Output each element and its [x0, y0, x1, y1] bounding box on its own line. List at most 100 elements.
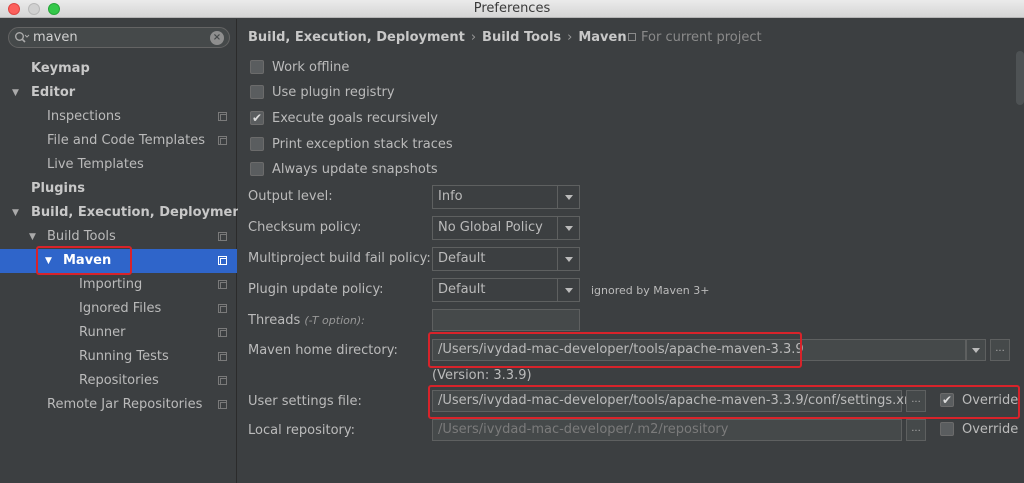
checksum-policy-select[interactable]: No Global Policy [432, 216, 580, 240]
project-scope-label: For current project [641, 30, 762, 45]
sidebar-item-repositories[interactable]: Repositories [0, 369, 237, 393]
sidebar-item-label: Runner [79, 325, 126, 340]
sidebar-item-label: Remote Jar Repositories [47, 397, 203, 412]
window-title: Preferences [473, 1, 551, 16]
user-settings-label: User settings file: [248, 394, 362, 409]
work-offline-checkbox[interactable] [250, 60, 264, 74]
project-scope-note: For current project [628, 30, 762, 45]
local-repository-input[interactable]: /Users/ivydad-mac-developer/.m2/reposito… [432, 419, 902, 441]
sidebar-item-running-tests[interactable]: Running Tests [0, 345, 237, 369]
sidebar-item-importing[interactable]: Importing [0, 273, 237, 297]
execute-goals-recursively-checkbox[interactable] [250, 109, 264, 127]
project-scope-icon [218, 280, 227, 289]
breadcrumb: Build, Execution, Deployment › Build Tools… [248, 30, 627, 45]
output-level-select[interactable]: Info [432, 185, 580, 209]
search-icon [15, 32, 30, 43]
plugin-update-policy-value: Default [438, 282, 486, 297]
local-repository-label: Local repository: [248, 423, 355, 438]
breadcrumb-item: Maven [578, 30, 627, 45]
chevron-down-icon[interactable] [966, 339, 986, 361]
multiproject-fail-policy-label: Multiproject build fail policy: [248, 251, 431, 266]
checkbox-label: Work offline [272, 60, 350, 75]
breadcrumb-item[interactable]: Build Tools [482, 30, 561, 45]
sidebar-item-runner[interactable]: Runner [0, 321, 237, 345]
checkbox-label: Always update snapshots [272, 162, 438, 177]
output-level-value: Info [438, 189, 463, 204]
sidebar-item-remote-jar-repositories[interactable]: Remote Jar Repositories [0, 393, 237, 417]
project-scope-icon [218, 352, 227, 361]
always-update-snapshots-checkbox[interactable] [250, 162, 264, 176]
checksum-policy-value: No Global Policy [438, 220, 543, 235]
sidebar-item-editor[interactable]: ▼ Editor [0, 81, 237, 105]
local-repository-override-checkbox[interactable] [940, 422, 954, 436]
chevron-down-icon[interactable] [557, 217, 579, 239]
project-scope-icon [218, 112, 227, 121]
sidebar-item-file-and-code-templates[interactable]: File and Code Templates [0, 129, 237, 153]
plugin-update-policy-note: ignored by Maven 3+ [591, 284, 710, 297]
print-exception-stack-traces-checkbox[interactable] [250, 137, 264, 151]
threads-hint: (-T option): [304, 314, 365, 327]
sidebar-item-keymap[interactable]: Keymap [0, 57, 237, 81]
project-scope-icon [218, 304, 227, 313]
maven-settings-panel: Build, Execution, Deployment › Build Tools… [238, 19, 1024, 483]
highlight-box [428, 332, 802, 368]
use-plugin-registry-checkbox[interactable] [250, 85, 264, 99]
threads-input[interactable] [432, 309, 580, 331]
sidebar-item-label: Ignored Files [79, 301, 162, 316]
title-bar: Preferences [0, 0, 1024, 18]
override-label: Override [962, 422, 1019, 437]
sidebar-item-label: File and Code Templates [47, 133, 205, 148]
checkbox-label: Execute goals recursively [272, 111, 438, 126]
breadcrumb-separator: › [567, 30, 573, 45]
expand-arrow-icon[interactable]: ▼ [12, 81, 19, 105]
chevron-down-icon[interactable] [557, 279, 579, 301]
project-scope-icon [218, 136, 227, 145]
sidebar-item-label: Plugins [31, 181, 85, 196]
vertical-scrollbar[interactable] [1016, 51, 1024, 105]
search-input[interactable]: maven [33, 30, 78, 45]
multiproject-fail-policy-value: Default [438, 251, 486, 266]
chevron-down-icon[interactable] [557, 248, 579, 270]
highlight-box [36, 246, 132, 275]
sidebar-item-inspections[interactable]: Inspections [0, 105, 237, 129]
project-scope-icon [628, 33, 636, 41]
breadcrumb-item[interactable]: Build, Execution, Deployment [248, 30, 465, 45]
browse-maven-home-button[interactable]: ... [990, 339, 1010, 361]
sidebar-item-label: Live Templates [47, 157, 144, 172]
project-scope-icon [218, 400, 227, 409]
project-scope-icon [218, 328, 227, 337]
sidebar-item-plugins[interactable]: Plugins [0, 177, 237, 201]
output-level-label: Output level: [248, 189, 333, 204]
maven-home-label: Maven home directory: [248, 343, 398, 358]
maven-version-label: (Version: 3.3.9) [432, 368, 532, 383]
clear-search-icon[interactable]: × [210, 31, 224, 45]
threads-label: Threads (-T option): [248, 313, 365, 328]
search-field[interactable]: maven × [8, 27, 230, 48]
project-scope-icon [218, 256, 227, 265]
sidebar-item-build-execution-deployment[interactable]: ▼ Build, Execution, Deployment [0, 201, 248, 225]
expand-arrow-icon[interactable]: ▼ [12, 201, 19, 225]
multiproject-fail-policy-select[interactable]: Default [432, 247, 580, 271]
plugin-update-policy-select[interactable]: Default [432, 278, 580, 302]
checkbox-label: Print exception stack traces [272, 137, 453, 152]
sidebar-item-live-templates[interactable]: Live Templates [0, 153, 237, 177]
sidebar-item-label: Inspections [47, 109, 121, 124]
sidebar-item-label: Repositories [79, 373, 159, 388]
sidebar-item-label: Keymap [31, 61, 90, 76]
sidebar-item-label: Editor [31, 85, 76, 100]
project-scope-icon [218, 376, 227, 385]
sidebar-item-label: Importing [79, 277, 143, 292]
local-repository-value: /Users/ivydad-mac-developer/.m2/reposito… [438, 422, 729, 437]
sidebar-item-ignored-files[interactable]: Ignored Files [0, 297, 237, 321]
browse-local-repository-button[interactable]: ... [906, 419, 926, 441]
chevron-down-icon[interactable] [557, 186, 579, 208]
checksum-policy-label: Checksum policy: [248, 220, 362, 235]
settings-sidebar: maven × Keymap ▼ Editor Inspections File… [0, 19, 248, 483]
highlight-box [428, 385, 1020, 419]
breadcrumb-separator: › [470, 30, 477, 45]
checkbox-label: Use plugin registry [272, 85, 395, 100]
expand-arrow-icon[interactable]: ▼ [29, 225, 36, 249]
project-scope-icon [218, 232, 227, 241]
sidebar-item-label: Build, Execution, Deployment [31, 205, 248, 220]
sidebar-item-label: Running Tests [79, 349, 169, 364]
